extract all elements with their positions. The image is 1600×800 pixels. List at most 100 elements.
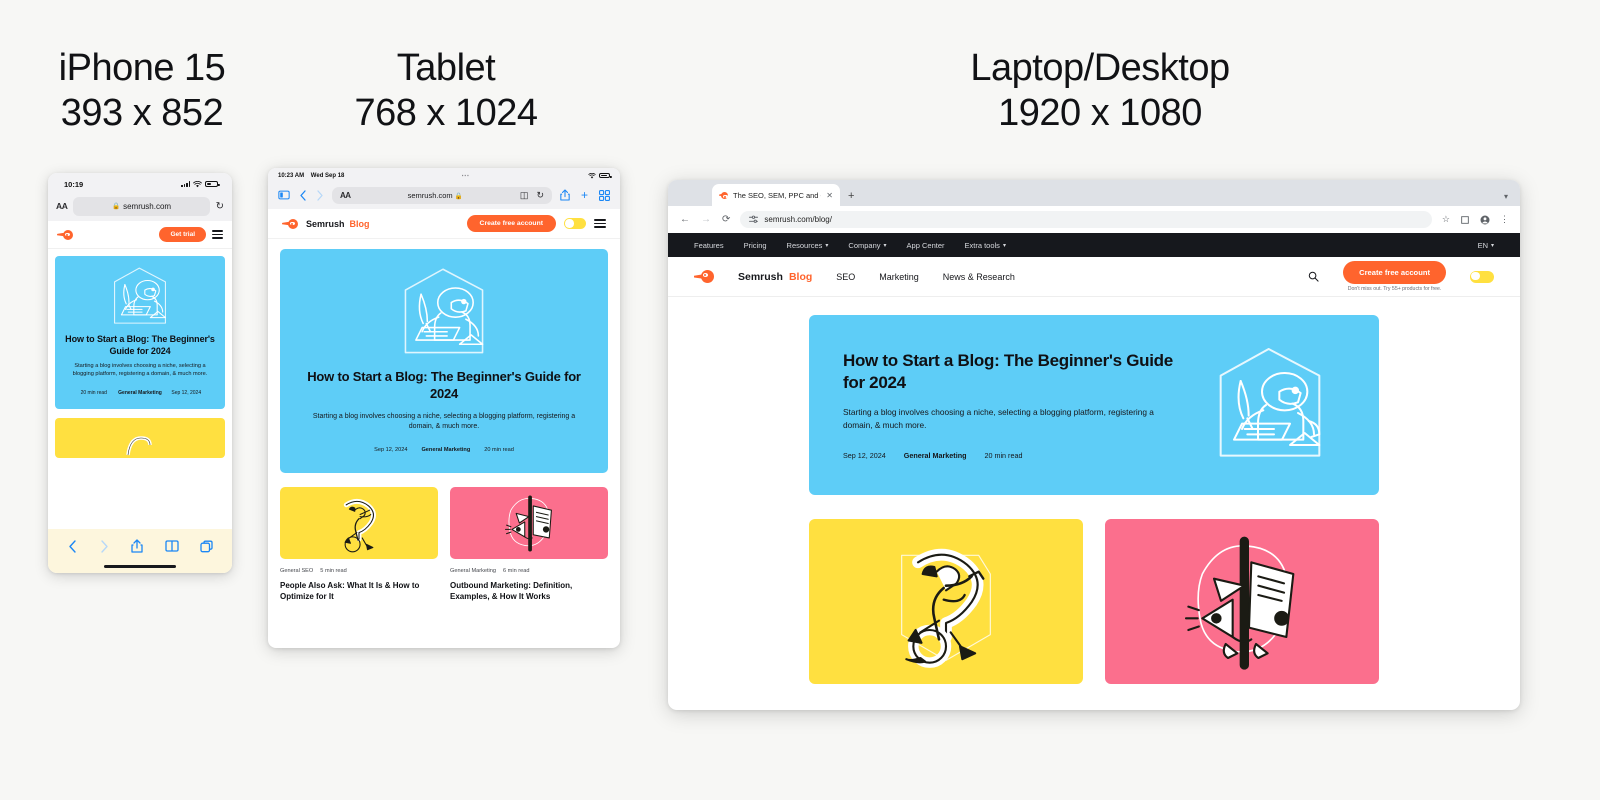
article-card[interactable]: General SEO 5 min read People Also Ask: …	[280, 486, 438, 603]
tablet-hero-excerpt: Starting a blog involves choosing a nich…	[312, 412, 576, 431]
safari-url-bar[interactable]: AA 🔒 semrush.com ↻	[48, 195, 232, 221]
iphone-hero-excerpt: Starting a blog involves choosing a nich…	[72, 363, 208, 377]
blognav-item-seo[interactable]: SEO	[836, 272, 855, 282]
close-tab-icon[interactable]: ✕	[826, 191, 833, 200]
article-card-yellow[interactable]	[809, 519, 1083, 684]
ipad-text-size-button[interactable]: AA	[340, 191, 351, 200]
desktop-hero-meta: Sep 12, 2024 General Marketing 20 min re…	[843, 451, 1177, 460]
article-card-pink[interactable]	[1105, 519, 1379, 684]
semrush-logo-icon[interactable]	[694, 270, 714, 283]
card-category: General Marketing	[450, 567, 497, 574]
blognav-item-marketing[interactable]: Marketing	[879, 272, 919, 282]
card-category: General SEO	[280, 567, 314, 574]
forward-icon[interactable]	[99, 539, 110, 553]
new-tab-icon[interactable]: +	[848, 191, 854, 202]
ipad-status-bar: 10:23 AM Wed Sep 18 ⋯	[268, 168, 620, 183]
ipad-back-icon[interactable]	[299, 189, 307, 201]
get-trial-button[interactable]: Get trial	[159, 227, 206, 242]
ipad-url-text: semrush.com	[407, 190, 453, 200]
brand-wordmark[interactable]: Semrush Blog	[738, 271, 812, 283]
theme-toggle[interactable]	[1470, 270, 1494, 283]
semrush-logo-icon[interactable]	[282, 218, 298, 229]
site-settings-icon[interactable]	[749, 215, 759, 224]
address-input[interactable]: 🔒 semrush.com	[73, 196, 210, 216]
desktop-hero-title: How to Start a Blog: The Beginner's Guid…	[843, 350, 1173, 392]
person-on-question-mark-illustration	[343, 498, 376, 553]
browser-tab[interactable]: The SEO, SEM, PPC and Cont ✕	[712, 184, 840, 206]
reload-icon[interactable]: ⟳	[722, 214, 730, 225]
iphone-site-header: Get trial	[48, 221, 232, 249]
tabs-icon[interactable]	[200, 540, 213, 553]
bookmark-star-icon[interactable]: ☆	[1442, 214, 1450, 225]
topnav-item-pricing[interactable]: Pricing	[744, 241, 767, 250]
label-tablet-size: 768 x 1024	[354, 91, 538, 134]
iphone-hero-title: How to Start a Blog: The Beginner's Guid…	[65, 334, 215, 356]
menu-hamburger-icon[interactable]	[212, 230, 223, 239]
iphone-hero-card[interactable]: How to Start a Blog: The Beginner's Guid…	[55, 256, 225, 409]
language-selector[interactable]: EN ▾	[1478, 241, 1494, 250]
topnav-item-extra-tools[interactable]: Extra tools ▾	[965, 241, 1006, 250]
robot-writing-illustration	[114, 267, 166, 324]
topnav-item-company[interactable]: Company ▾	[848, 241, 886, 250]
chrome-tab-strip: The SEO, SEM, PPC and Cont ✕ + ▾	[668, 180, 1520, 206]
label-desktop-size: 1920 x 1080	[998, 91, 1202, 134]
create-free-account-button[interactable]: Create free account	[466, 215, 556, 232]
ipad-share-icon[interactable]	[560, 189, 570, 201]
reload-icon[interactable]: ↻	[216, 201, 224, 212]
ipad-forward-icon[interactable]	[316, 189, 324, 201]
desktop-mockup: The SEO, SEM, PPC and Cont ✕ + ▾ ← → ⟳ s…	[668, 180, 1520, 710]
label-desktop-name: Laptop/Desktop	[970, 47, 1230, 89]
brand-name: Semrush	[306, 218, 345, 229]
language-label: EN	[1477, 240, 1488, 250]
ipad-reload-icon[interactable]: ↻	[536, 190, 544, 201]
card-title[interactable]: People Also Ask: What It Is & How to Opt…	[280, 580, 438, 603]
person-on-question-mark-illustration	[901, 548, 991, 668]
chrome-menu-icon[interactable]: ⋮	[1500, 214, 1509, 225]
semrush-logo-icon[interactable]	[57, 229, 73, 240]
forward-icon[interactable]: →	[701, 214, 711, 225]
brand-name: Semrush	[738, 270, 783, 283]
article-card[interactable]: General Marketing 6 min read Outbound Ma…	[450, 486, 608, 603]
show-tabs-grid-icon[interactable]	[599, 189, 610, 201]
menu-hamburger-icon[interactable]	[594, 219, 606, 228]
tablet-hero-title: How to Start a Blog: The Beginner's Guid…	[307, 369, 581, 401]
brand-suffix: Blog	[349, 218, 370, 229]
theme-toggle[interactable]	[564, 218, 586, 229]
card-title[interactable]: Outbound Marketing: Definition, Examples…	[450, 580, 608, 603]
brand-wordmark[interactable]: Semrush Blog	[306, 219, 370, 229]
address-bar-input[interactable]: semrush.com/blog/	[740, 211, 1432, 228]
create-free-account-button[interactable]: Create free account	[1343, 260, 1446, 284]
search-icon[interactable]	[1308, 271, 1319, 282]
wifi-icon	[193, 180, 202, 187]
text-size-button[interactable]: AA	[56, 201, 68, 211]
iphone-yellow-card[interactable]	[55, 417, 225, 458]
ipad-address-input[interactable]: AA semrush.com 🔒 ◫ ↻	[332, 186, 552, 204]
topnav-item-resources[interactable]: Resources ▾	[787, 241, 829, 250]
meta-date: Sep 12, 2024	[374, 446, 408, 453]
responsive-mockup-board: iPhone 15 393 x 852 Tablet 768 x 1024 La…	[0, 0, 1600, 800]
blog-header: Semrush Blog SEO Marketing News & Resear…	[668, 257, 1520, 297]
bookmarks-icon[interactable]	[165, 540, 179, 552]
blognav-item-news-research[interactable]: News & Research	[943, 272, 1015, 282]
back-icon[interactable]: ←	[680, 214, 690, 225]
iphone-hero-meta: 20 min read General Marketing Sep 12, 20…	[65, 390, 215, 397]
robot-writing-illustration	[404, 268, 484, 354]
address-value: semrush.com	[123, 201, 172, 211]
ipad-lock-icon: 🔒	[454, 192, 463, 200]
reader-view-icon[interactable]: ◫	[520, 190, 529, 201]
desktop-hero-card[interactable]: How to Start a Blog: The Beginner's Guid…	[809, 315, 1379, 495]
topnav-item-features[interactable]: Features	[694, 241, 724, 250]
share-icon[interactable]	[131, 539, 144, 553]
profile-avatar-icon[interactable]	[1480, 215, 1490, 225]
sidebar-icon[interactable]	[278, 190, 290, 200]
tab-search-chevron-icon[interactable]: ▾	[1504, 192, 1508, 201]
cta-subtext: Don't miss out. Try 55+ products for fre…	[1347, 286, 1442, 293]
extensions-icon[interactable]	[1460, 215, 1470, 225]
address-bar-value: semrush.com/blog/	[764, 215, 832, 224]
back-icon[interactable]	[67, 539, 78, 553]
ipad-address-value: semrush.com 🔒	[351, 191, 520, 200]
tablet-hero-card[interactable]: How to Start a Blog: The Beginner's Guid…	[280, 249, 608, 473]
article-thumbnail-pink	[450, 486, 608, 559]
topnav-item-app-center[interactable]: App Center	[907, 241, 945, 250]
tablet-article-grid: General SEO 5 min read People Also Ask: …	[280, 486, 608, 603]
